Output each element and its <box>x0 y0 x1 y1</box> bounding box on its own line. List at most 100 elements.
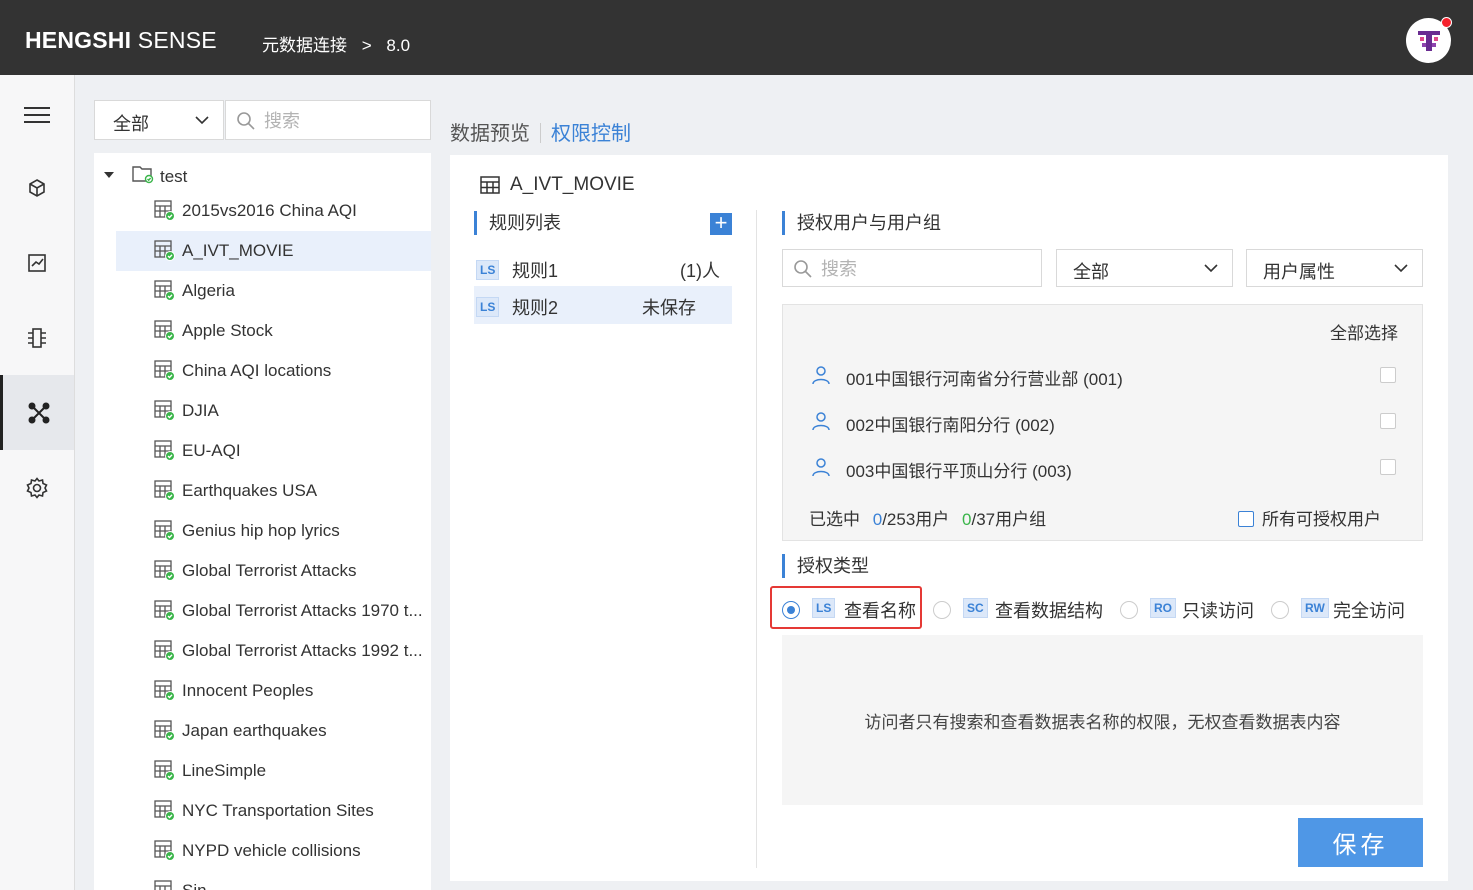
column-divider <box>756 210 757 868</box>
tree-item[interactable]: 2015vs2016 China AQI <box>116 191 431 231</box>
user-checkbox[interactable] <box>1380 367 1396 383</box>
radio[interactable] <box>933 601 951 619</box>
selection-summary: 已选中 0/253用户 0/37用户组 <box>809 505 1046 530</box>
tree-item-label: China AQI locations <box>182 361 332 380</box>
avatar-logo-icon <box>1418 31 1440 51</box>
search-icon <box>794 260 812 278</box>
tree-item[interactable]: Algeria <box>116 271 431 311</box>
tree-item[interactable]: NYPD vehicle collisions <box>116 831 431 871</box>
tree-item[interactable]: Apple Stock <box>116 311 431 351</box>
tree-item[interactable]: Genius hip hop lyrics <box>116 511 431 551</box>
selected-groups-count: 0 <box>962 510 972 529</box>
tree-item[interactable]: China AQI locations <box>116 351 431 391</box>
gear-icon <box>26 476 48 499</box>
auth-option-rw[interactable]: RW 完全访问 <box>1271 592 1411 628</box>
table-icon <box>154 680 175 701</box>
table-icon <box>480 176 500 194</box>
user-attribute-select[interactable]: 用户属性 <box>1246 249 1423 287</box>
user-checkbox[interactable] <box>1380 413 1396 429</box>
all-authorizable-checkbox[interactable] <box>1238 511 1254 527</box>
tab-data-preview[interactable]: 数据预览 <box>450 123 530 145</box>
table-icon <box>154 720 175 741</box>
tree-item-label: NYC Transportation Sites <box>182 801 374 820</box>
nav-item-analysis[interactable] <box>0 225 74 300</box>
user-icon <box>812 366 830 385</box>
auth-description: 访问者只有搜索和查看数据表名称的权限，无权查看数据表内容 <box>864 713 1341 732</box>
user-name: 001中国银行河南省分行营业部 (001) <box>846 370 1123 389</box>
tree-item[interactable]: Sin... <box>116 871 431 890</box>
main-tabs: 数据预览 权限控制 <box>450 117 631 146</box>
left-nav <box>0 75 75 890</box>
table-icon <box>154 840 175 861</box>
tab-divider <box>540 123 541 143</box>
tree-item[interactable]: Innocent Peoples <box>116 671 431 711</box>
brand-logo[interactable]: HENGSHI SENSE <box>25 27 217 54</box>
rule-name: 规则2 <box>512 298 559 318</box>
user-name: 003中国银行平顶山分行 (003) <box>846 462 1072 481</box>
avatar[interactable] <box>1406 17 1452 63</box>
table-icon <box>154 520 175 541</box>
top-bar: HENGSHI SENSE 元数据连接 > 8.0 <box>0 0 1473 75</box>
nav-item-connection[interactable] <box>0 375 74 450</box>
tree-scope-select[interactable]: 全部 <box>94 100 224 140</box>
all-authorizable-option[interactable]: 所有可授权用户 <box>1238 505 1381 530</box>
tree-item[interactable]: Global Terrorist Attacks 1992 t... <box>116 631 431 671</box>
tree-item[interactable]: NYC Transportation Sites <box>116 791 431 831</box>
tree-item[interactable]: Global Terrorist Attacks <box>116 551 431 591</box>
tree-item-label: Genius hip hop lyrics <box>182 521 340 540</box>
notification-dot <box>1441 17 1452 28</box>
tree-item-label: Algeria <box>182 281 235 300</box>
save-button[interactable]: 保存 <box>1298 818 1423 867</box>
tree-search-box <box>225 100 431 140</box>
folder-icon <box>132 166 154 184</box>
breadcrumb-item-version: 8.0 <box>386 36 411 55</box>
chevron-down-icon <box>195 116 209 125</box>
breadcrumb-separator: > <box>361 36 372 55</box>
table-icon <box>154 440 175 461</box>
tree-item[interactable]: Japan earthquakes <box>116 711 431 751</box>
user-row[interactable]: 002中国银行南阳分行 (002) <box>783 401 1422 441</box>
rule-name: 规则1 <box>512 261 559 281</box>
user-search-input[interactable] <box>821 257 1031 281</box>
selected-label: 已选中 <box>809 510 860 529</box>
table-icon <box>154 400 175 421</box>
tree-item[interactable]: Global Terrorist Attacks 1970 t... <box>116 591 431 631</box>
auth-option-sc[interactable]: SC 查看数据结构 <box>933 592 1113 628</box>
user-checkbox[interactable] <box>1380 459 1396 475</box>
tree-item[interactable]: Earthquakes USA <box>116 471 431 511</box>
add-rule-button[interactable]: + <box>710 212 732 235</box>
tree-root-folder[interactable]: test <box>94 161 431 191</box>
radio[interactable] <box>1271 601 1289 619</box>
nav-item-dataflow[interactable] <box>0 300 74 375</box>
auth-badge: RO <box>1150 598 1176 618</box>
tree-item-label: A_IVT_MOVIE <box>182 241 294 260</box>
rule-item-2[interactable]: LS 规则2 未保存 <box>474 286 732 324</box>
permission-panel: A_IVT_MOVIE 规则列表 + LS 规则1 (1)人 LS 规则2 未保… <box>450 155 1448 881</box>
user-scope-select[interactable]: 全部 <box>1056 249 1233 287</box>
radio[interactable] <box>1120 601 1138 619</box>
breadcrumb-item-connection[interactable]: 元数据连接 <box>262 36 347 55</box>
caret-down-icon[interactable] <box>104 172 114 178</box>
rule-item-1[interactable]: LS 规则1 (1)人 <box>474 249 732 287</box>
table-icon <box>154 240 175 261</box>
user-row[interactable]: 003中国银行平顶山分行 (003) <box>783 447 1422 487</box>
nav-item-dataset[interactable] <box>0 150 74 225</box>
tab-permission-control[interactable]: 权限控制 <box>551 123 631 145</box>
select-all-link[interactable]: 全部选择 <box>1330 319 1398 344</box>
nav-item-settings[interactable] <box>0 450 74 525</box>
rule-badge: LS <box>476 297 500 317</box>
tree-search-input[interactable] <box>264 109 424 133</box>
auth-option-label: 只读访问 <box>1182 601 1254 621</box>
tree-item-label: DJIA <box>182 401 219 420</box>
users-section-title: 授权用户与用户组 <box>782 211 941 235</box>
table-icon <box>154 760 175 781</box>
user-row[interactable]: 001中国银行河南省分行营业部 (001) <box>783 355 1422 395</box>
tree-item[interactable]: DJIA <box>116 391 431 431</box>
menu-button[interactable] <box>0 77 74 152</box>
tree-item[interactable]: EU-AQI <box>116 431 431 471</box>
auth-option-ro[interactable]: RO 只读访问 <box>1120 592 1260 628</box>
table-icon <box>154 480 175 501</box>
tree-item[interactable]: A_IVT_MOVIE <box>116 231 431 271</box>
chevron-down-icon <box>1394 264 1408 273</box>
tree-item[interactable]: LineSimple <box>116 751 431 791</box>
